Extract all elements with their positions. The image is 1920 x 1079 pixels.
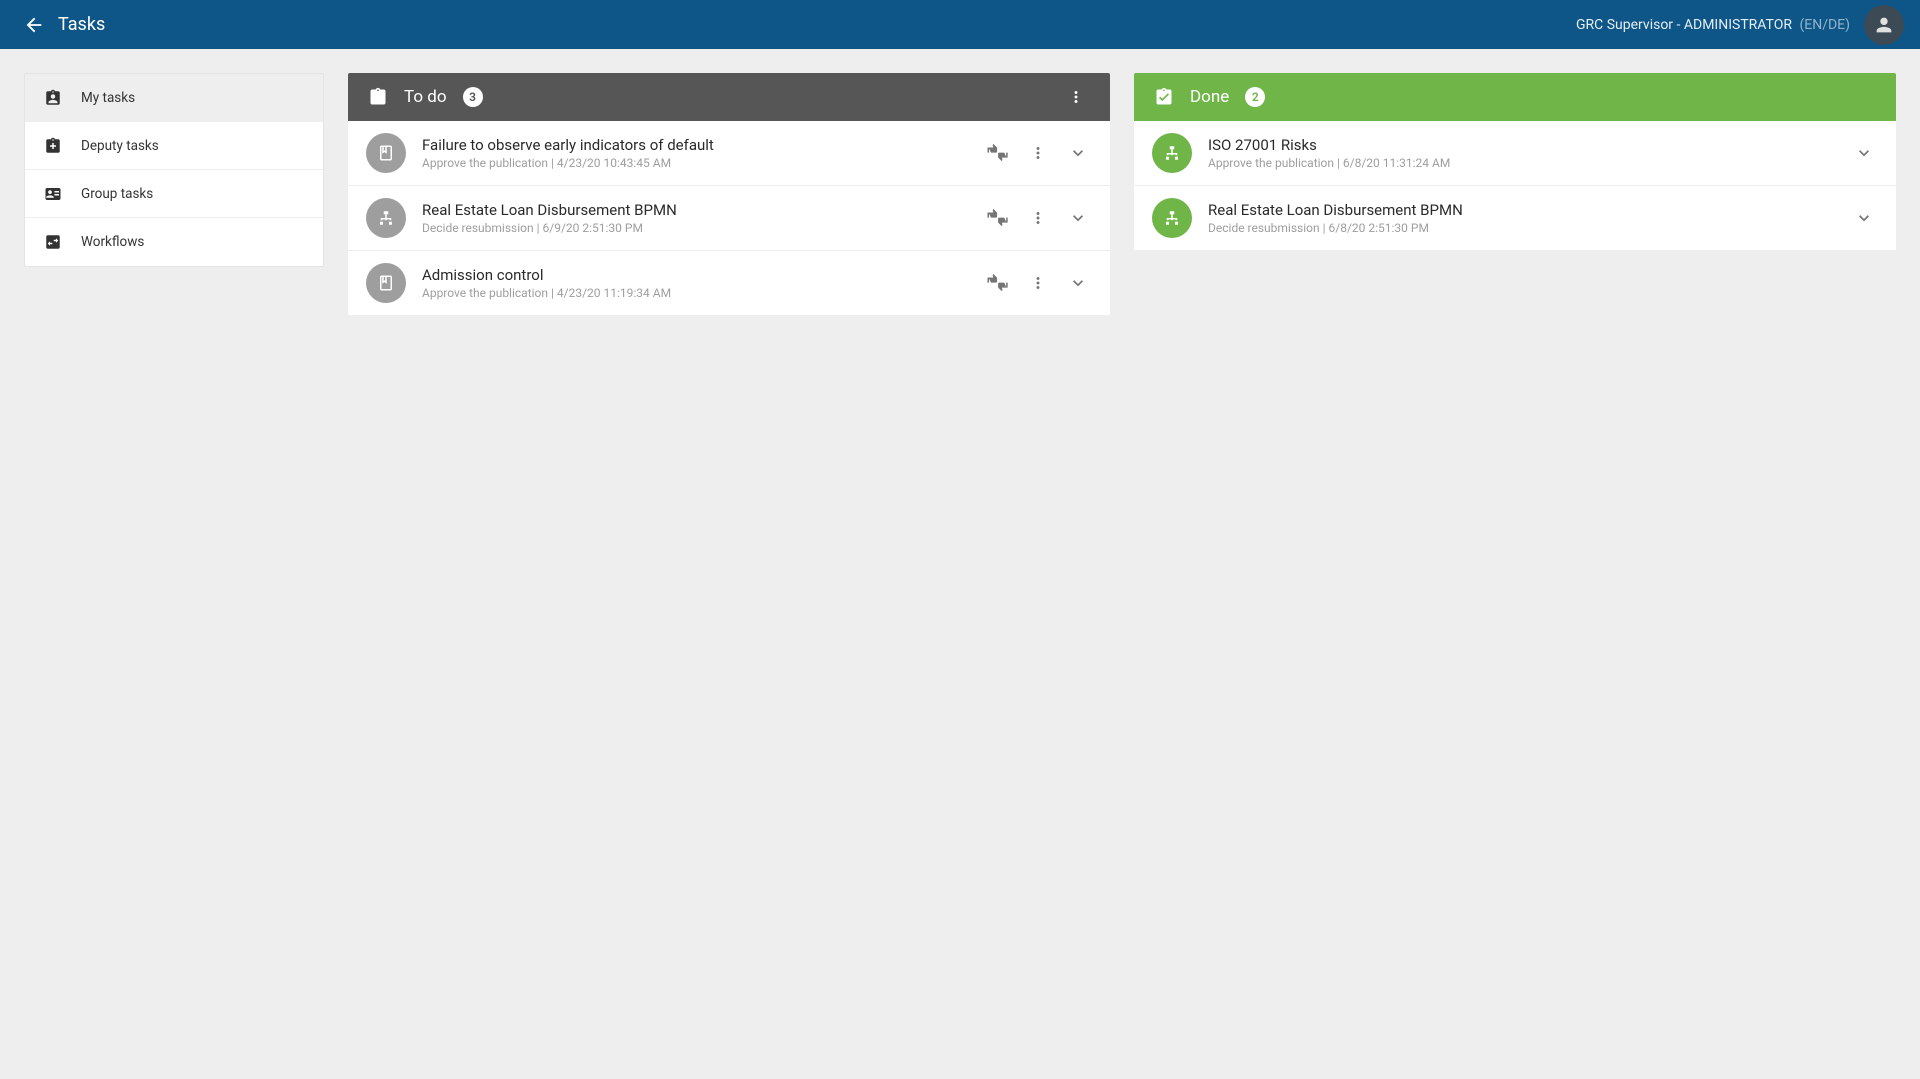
user-text: GRC Supervisor - ADMINISTRATOR (EN/DE) [1576, 17, 1850, 33]
task-type-icon [1152, 133, 1192, 173]
dots-vertical-icon [1029, 274, 1047, 292]
app-header: Tasks GRC Supervisor - ADMINISTRATOR (EN… [0, 0, 1920, 49]
thumbs-icon [987, 272, 1009, 294]
dots-vertical-icon [1029, 144, 1047, 162]
dots-vertical-icon [1029, 209, 1047, 227]
task-title: Failure to observe early indicators of d… [422, 136, 968, 154]
task-list-todo: Failure to observe early indicators of d… [348, 121, 1110, 315]
task-subtitle: Approve the publication | 4/23/20 11:19:… [422, 286, 968, 300]
task-actions [984, 139, 1092, 167]
chevron-down-icon [1854, 143, 1874, 163]
chevron-down-icon [1854, 208, 1874, 228]
task-row[interactable]: Real Estate Loan Disbursement BPMN Decid… [348, 186, 1110, 251]
avatar[interactable] [1864, 5, 1904, 45]
task-expand-button[interactable] [1064, 269, 1092, 297]
sitemap-icon [377, 209, 395, 227]
task-title: Real Estate Loan Disbursement BPMN [1208, 201, 1834, 219]
task-expand-button[interactable] [1850, 204, 1878, 232]
task-row[interactable]: Real Estate Loan Disbursement BPMN Decid… [1134, 186, 1896, 250]
sidebar-item-label: Workflows [81, 234, 144, 250]
chevron-down-icon [1068, 208, 1088, 228]
task-actions [984, 204, 1092, 232]
contact-card-icon [43, 185, 63, 203]
column-title: To do [404, 87, 447, 107]
task-subtitle: Approve the publication | 4/23/20 10:43:… [422, 156, 968, 170]
task-subtitle: Approve the publication | 6/8/20 11:31:2… [1208, 156, 1834, 170]
sidebar-item-label: My tasks [81, 90, 135, 106]
user-lang: (EN/DE) [1799, 17, 1850, 33]
book-icon [377, 144, 395, 162]
task-subtitle: Decide resubmission | 6/9/20 2:51:30 PM [422, 221, 968, 235]
sidebar-item-deputy-tasks[interactable]: Deputy tasks [25, 122, 323, 170]
task-vote-button[interactable] [984, 269, 1012, 297]
task-expand-button[interactable] [1064, 139, 1092, 167]
count-badge: 2 [1245, 87, 1265, 107]
task-row[interactable]: Admission control Approve the publicatio… [348, 251, 1110, 315]
person-icon [1873, 14, 1895, 36]
task-menu-button[interactable] [1024, 269, 1052, 297]
task-expand-button[interactable] [1064, 204, 1092, 232]
user-block: GRC Supervisor - ADMINISTRATOR (EN/DE) [1576, 5, 1904, 45]
column-header-todo: To do 3 [348, 73, 1110, 121]
thumbs-icon [987, 142, 1009, 164]
task-expand-button[interactable] [1850, 139, 1878, 167]
count-badge: 3 [463, 87, 483, 107]
column-header-done: Done 2 [1134, 73, 1896, 121]
dots-vertical-icon [1067, 88, 1085, 106]
sidebar-item-label: Group tasks [81, 186, 153, 202]
user-role: GRC Supervisor - ADMINISTRATOR [1576, 17, 1792, 33]
task-type-icon [366, 133, 406, 173]
arrow-left-icon [23, 14, 45, 36]
column-done: Done 2 ISO 27001 Risks Approve the publi… [1134, 73, 1896, 315]
body: My tasks Deputy tasks Group tasks Workfl… [0, 49, 1920, 339]
task-vote-button[interactable] [984, 204, 1012, 232]
columns: To do 3 Failure to observe early indicat… [348, 73, 1896, 315]
task-actions [984, 269, 1092, 297]
sidebar: My tasks Deputy tasks Group tasks Workfl… [24, 73, 324, 267]
task-type-icon [1152, 198, 1192, 238]
task-type-icon [366, 263, 406, 303]
task-menu-button[interactable] [1024, 139, 1052, 167]
page-title: Tasks [58, 14, 105, 35]
task-title: Admission control [422, 266, 968, 284]
sitemap-icon [1163, 209, 1181, 227]
task-type-icon [366, 198, 406, 238]
sidebar-item-my-tasks[interactable]: My tasks [25, 74, 323, 122]
task-title: ISO 27001 Risks [1208, 136, 1834, 154]
task-actions [1850, 139, 1878, 167]
task-row[interactable]: Failure to observe early indicators of d… [348, 121, 1110, 186]
sidebar-item-group-tasks[interactable]: Group tasks [25, 170, 323, 218]
chevron-down-icon [1068, 273, 1088, 293]
task-actions [1850, 204, 1878, 232]
clipboard-user-icon [43, 89, 63, 107]
sidebar-item-workflows[interactable]: Workflows [25, 218, 323, 266]
task-row[interactable]: ISO 27001 Risks Approve the publication … [1134, 121, 1896, 186]
task-title: Real Estate Loan Disbursement BPMN [422, 201, 968, 219]
chevron-down-icon [1068, 143, 1088, 163]
column-todo: To do 3 Failure to observe early indicat… [348, 73, 1110, 315]
column-menu-button[interactable] [1062, 83, 1090, 111]
column-title: Done [1190, 87, 1229, 107]
clipboard-check-icon [1154, 87, 1174, 107]
sitemap-icon [1163, 144, 1181, 162]
thumbs-icon [987, 207, 1009, 229]
task-vote-button[interactable] [984, 139, 1012, 167]
arrows-box-icon [43, 233, 63, 251]
task-list-done: ISO 27001 Risks Approve the publication … [1134, 121, 1896, 250]
book-icon [377, 274, 395, 292]
back-button[interactable] [16, 7, 52, 43]
task-menu-button[interactable] [1024, 204, 1052, 232]
task-subtitle: Decide resubmission | 6/8/20 2:51:30 PM [1208, 221, 1834, 235]
clipboard-icon [368, 87, 388, 107]
clipboard-plus-icon [43, 137, 63, 155]
sidebar-item-label: Deputy tasks [81, 138, 159, 154]
